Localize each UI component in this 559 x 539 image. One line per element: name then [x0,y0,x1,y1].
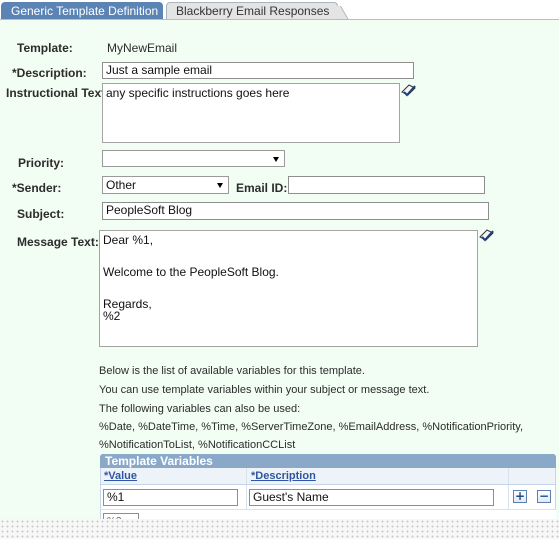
add-row-icon[interactable]: + [513,490,527,503]
template-label: Template: [17,41,73,55]
delete-row-icon[interactable]: − [537,490,551,503]
message-line: Dear %1, [103,233,154,247]
instructional-text-value: any specific instructions goes here [106,86,290,100]
message-line: %2 [103,309,121,323]
priority-select[interactable] [102,150,285,167]
variable-value-field[interactable]: %1 [103,489,238,506]
subject-field[interactable]: PeopleSoft Blog [102,202,489,220]
sender-select[interactable]: Other [102,176,229,194]
info-line: The following variables can also be used… [99,403,301,415]
email-id-label: Email ID: [236,181,288,195]
spellcheck-icon[interactable] [478,227,496,243]
description-label: *Description: [12,66,87,80]
grid-title: Template Variables [100,454,556,468]
instructional-text-field[interactable]: any specific instructions goes here [102,83,400,143]
tab-generic-template-definition[interactable]: Generic Template Definition [1,2,163,20]
subject-label: Subject: [17,207,65,221]
column-divider [508,485,509,509]
template-value: MyNewEmail [107,41,178,55]
tab-blackberry-email-responses[interactable]: Blackberry Email Responses [166,2,338,20]
page-footer-pattern [0,519,559,539]
message-line: Regards, [103,297,152,311]
sender-label: *Sender: [12,181,62,195]
message-line: Welcome to the PeopleSoft Blog. [103,265,279,279]
variable-description-field[interactable]: Guest's Name [249,489,494,506]
tab-bar: Generic Template Definition Blackberry E… [0,0,559,20]
email-id-field[interactable] [288,176,485,194]
info-line: Below is the list of available variables… [99,365,365,377]
template-variables-grid: Template Variables *Value *Description %… [100,454,556,524]
info-line: You can use template variables within yo… [99,384,430,396]
column-divider [246,468,247,484]
column-divider [246,485,247,509]
chevron-down-icon [273,157,279,162]
chevron-down-icon [217,183,223,188]
column-header-description[interactable]: *Description [251,470,316,482]
column-header-value[interactable]: *Value [104,470,137,482]
description-field[interactable]: Just a sample email [102,62,414,79]
message-text-label: Message Text: [17,235,99,249]
priority-label: Priority: [18,156,65,170]
grid-header-row: *Value *Description [100,468,556,485]
column-divider [508,468,509,484]
message-line [103,246,474,258]
table-row: %1 Guest's Name + − [100,485,556,510]
message-text-field[interactable]: Dear %1, Welcome to the PeopleSoft Blog.… [99,230,478,347]
spellcheck-icon[interactable] [400,82,418,98]
info-line: %Date, %DateTime, %Time, %ServerTimeZone… [99,421,524,433]
instructional-text-label: Instructional Text: [6,86,110,100]
sender-value: Other [106,178,137,192]
message-line [103,278,474,290]
info-line: %NotificationToList, %NotificationCCList [99,439,296,451]
